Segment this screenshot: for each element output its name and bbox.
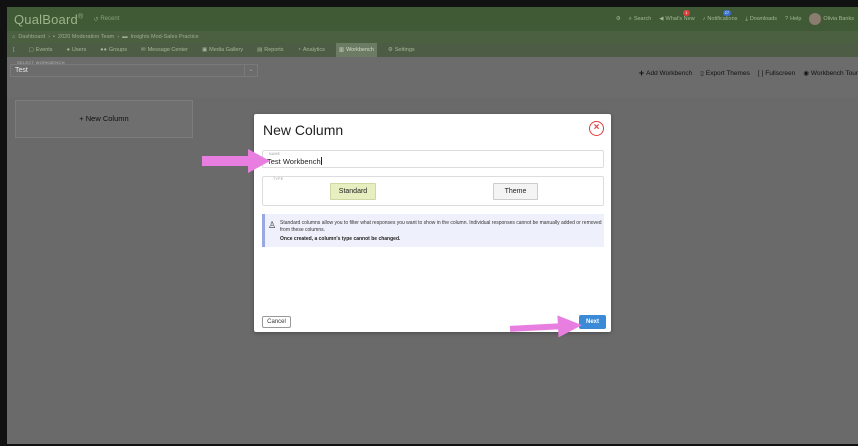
workbench-tour-button[interactable]: ◉ Workbench Tour	[803, 69, 858, 78]
theme-type-button[interactable]: Theme	[493, 183, 538, 200]
images-icon: ▣	[201, 47, 208, 53]
download-icon: ⤓	[745, 15, 748, 22]
folder-icon: ▬	[122, 34, 128, 40]
downloads-link[interactable]: ⤓ Downloads	[745, 16, 777, 23]
search-link[interactable]: ⌕ Search	[629, 16, 652, 23]
info-text: Standard columns allow you to filter wha…	[280, 220, 602, 233]
tab-users[interactable]: ● Users	[64, 43, 90, 57]
project-icon: ▪	[53, 34, 56, 40]
fullscreen-button[interactable]: [ ] Fullscreen	[758, 70, 795, 77]
breadcrumb-item[interactable]: Dashboard	[18, 34, 45, 40]
recent-link[interactable]: ↺ Recent	[93, 16, 119, 23]
user-menu[interactable]: Olivia Banks	[809, 13, 854, 25]
tab-message-center[interactable]: ✉ Message Center	[138, 43, 191, 57]
add-workbench-button[interactable]: + Add Workbench	[639, 68, 692, 78]
tab-groups[interactable]: ●● Groups	[97, 43, 130, 57]
top-nav: ⚙ ⌕ Search ◀ What's New 1 ♪ Notifications 27 …	[616, 10, 858, 25]
tab-analytics[interactable]: ◔ Analytics	[295, 43, 328, 57]
tab-events[interactable]: ▢ Events	[26, 43, 56, 57]
settings-cog-top[interactable]: ⚙	[616, 16, 621, 22]
tab-reports[interactable]: ▤ Reports	[254, 43, 286, 57]
name-input[interactable]: Test Workbench	[267, 157, 322, 166]
text-cursor	[320, 157, 322, 165]
home-icon: ⌂	[12, 34, 16, 40]
notifications-badge: 27	[722, 10, 732, 16]
close-icon[interactable]: ×	[589, 121, 604, 136]
workbench-select-value: Test	[15, 67, 28, 74]
notifications-link[interactable]: ♪ Notifications 27	[702, 10, 737, 22]
calendar-icon: ▢	[28, 47, 34, 53]
export-themes-button[interactable]: ▯ Export Themes	[700, 69, 750, 78]
bracket-icon: [	[13, 47, 15, 53]
whats-new-link[interactable]: ◀ What's New 1	[659, 10, 695, 22]
top-header: QualBoard® ↺ Recent ⚙ ⌕ Search ◀ What's Ne…	[7, 7, 858, 31]
tab-media-gallery[interactable]: ▣ Media Gallery	[199, 43, 246, 57]
fullscreen-icon: [ ]	[757, 69, 764, 77]
history-icon: ↺	[93, 16, 99, 23]
megaphone-icon: ◀	[659, 16, 664, 22]
chevron-right-icon: ›	[117, 34, 120, 40]
lifebuoy-icon: ◉	[803, 70, 809, 77]
new-column-card[interactable]: + New Column	[15, 100, 193, 138]
modal-title: New Column	[263, 122, 344, 138]
breadcrumb: ⌂ Dashboard › ▪ 2020 Moderation Team › ▬…	[7, 31, 858, 43]
filter-info-icon: ♙	[268, 220, 277, 230]
chart-icon: ▤	[257, 47, 263, 53]
columns-icon: ▥	[338, 47, 345, 53]
bell-icon: ♪	[702, 16, 706, 22]
name-field[interactable]: NAME Test Workbench	[262, 150, 604, 168]
whats-new-badge: 1	[683, 10, 690, 16]
gear-icon: ⚙	[615, 16, 621, 22]
app-logo[interactable]: QualBoard®	[7, 12, 83, 27]
tab-settings[interactable]: ⚙ Settings	[385, 43, 418, 57]
type-label: TYPE	[273, 177, 284, 181]
info-callout: ♙ Standard columns allow you to filter w…	[262, 214, 604, 247]
chevron-right-icon: ›	[48, 34, 51, 40]
type-selector: TYPE Standard Theme	[262, 176, 604, 206]
workbench-actions: + Add Workbench ▯ Export Themes [ ] Fullscr…	[639, 68, 858, 78]
analytics-icon: ◔	[297, 47, 301, 53]
standard-type-button[interactable]: Standard	[330, 183, 376, 200]
plus-icon: +	[638, 68, 645, 78]
search-icon: ⌕	[628, 15, 632, 22]
workbench-select[interactable]: Test ⌄	[10, 64, 258, 77]
group-icon: ●●	[100, 47, 107, 53]
help-icon: ?	[785, 16, 789, 22]
collapse-toggle[interactable]: [	[10, 43, 18, 57]
annotation-arrow-next	[509, 315, 582, 338]
gear-icon: ⚙	[387, 47, 393, 53]
tab-workbench[interactable]: ▥ Workbench	[335, 43, 377, 57]
cancel-button[interactable]: Cancel	[262, 316, 291, 328]
avatar	[809, 13, 822, 25]
help-link[interactable]: ? Help	[785, 16, 801, 22]
document-icon: ▯	[700, 70, 704, 77]
info-warning: Once created, a column's type cannot be …	[280, 236, 401, 242]
main-nav: [ ▢ Events ● Users ●● Groups ✉ Message Cente…	[7, 43, 858, 57]
envelope-icon: ✉	[140, 47, 146, 53]
workbench-toolbar: SELECT WORKBENCH Test ⌄ + Add Workbench ▯…	[7, 57, 858, 97]
breadcrumb-item[interactable]: 2020 Moderation Team	[58, 34, 114, 40]
new-column-modal: New Column × NAME Test Workbench TYPE St…	[254, 114, 611, 332]
breadcrumb-item[interactable]: Insights Mod-Sales Practice	[131, 34, 199, 40]
chevron-down-icon[interactable]: ⌄	[244, 65, 257, 76]
user-icon: ●	[66, 47, 70, 53]
annotation-arrow-name	[202, 149, 270, 173]
